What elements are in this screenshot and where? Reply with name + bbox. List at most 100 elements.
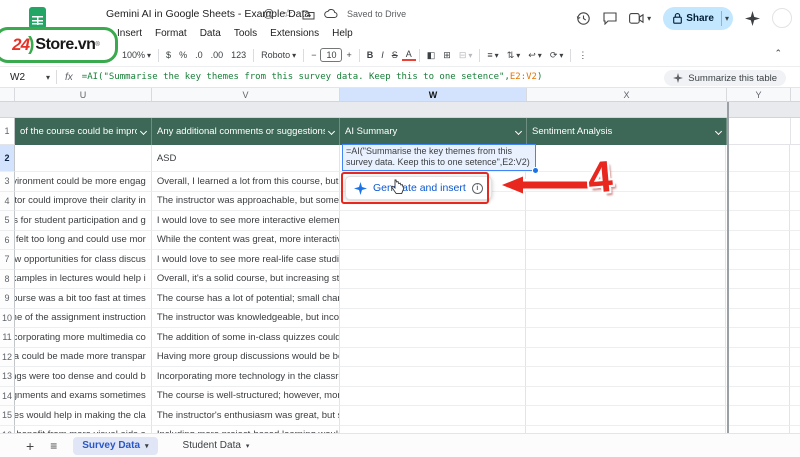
row-number[interactable]: 14 <box>0 386 15 406</box>
table-cell[interactable]: uctor could improve their clarity in <box>14 191 152 211</box>
table-cell[interactable] <box>339 386 527 406</box>
fill-color-icon[interactable]: ◧ <box>423 50 440 61</box>
tab-menu-icon[interactable]: ▾ <box>246 442 250 450</box>
table-cell[interactable]: ten felt too long and could use mor <box>14 230 152 250</box>
table-cell[interactable] <box>790 269 800 289</box>
menu-format[interactable]: Format <box>155 28 187 39</box>
table-cell[interactable]: Overall, it's a solid course, but increa… <box>151 269 340 289</box>
table-cell[interactable] <box>526 250 727 270</box>
sheets-logo-icon[interactable] <box>29 7 46 29</box>
chevron-down-icon[interactable] <box>714 127 723 136</box>
text-rotation-icon[interactable]: ⟳ ▾ <box>546 50 568 61</box>
table-cell[interactable]: adings were too dense and could b <box>14 367 152 387</box>
table-cell[interactable] <box>526 211 727 231</box>
table-cell[interactable] <box>339 406 527 426</box>
header-cell-u[interactable]: of the course could be improve <box>15 118 152 145</box>
table-cell[interactable] <box>726 386 791 406</box>
table-cell[interactable] <box>339 269 527 289</box>
format-percent-button[interactable]: % <box>175 50 191 60</box>
table-cell[interactable]: d examples in lectures would help i <box>14 269 152 289</box>
table-cell[interactable] <box>339 347 527 367</box>
table-cell[interactable] <box>726 191 791 211</box>
table-cell[interactable] <box>790 425 800 433</box>
table-cell[interactable] <box>790 347 800 367</box>
tab-menu-icon[interactable]: ▾ <box>145 442 149 450</box>
gemini-sparkle-icon[interactable] <box>745 10 760 26</box>
table-cell[interactable]: iteria could be made more transpar <box>14 347 152 367</box>
row-number[interactable]: 8 <box>0 269 15 289</box>
table-cell[interactable] <box>526 386 727 406</box>
table-cell[interactable] <box>339 367 527 387</box>
italic-button[interactable]: I <box>377 50 388 60</box>
summarize-table-button[interactable]: Summarize this table <box>664 70 786 86</box>
table-cell[interactable] <box>339 230 527 250</box>
more-toolbar-icon[interactable]: ⋮ <box>574 50 591 61</box>
column-header-x[interactable]: X <box>527 88 727 101</box>
all-sheets-icon[interactable]: ≡ <box>50 439 57 453</box>
tab-student-data[interactable]: Student Data ▾ <box>174 437 259 455</box>
table-cell[interactable] <box>790 386 800 406</box>
table-cell[interactable]: environment could be more engag <box>14 172 152 192</box>
table-cell[interactable]: The instructor was knowledgeable, but in… <box>151 308 340 328</box>
text-color-button[interactable]: A <box>401 49 416 61</box>
version-history-icon[interactable] <box>576 11 591 26</box>
row-number[interactable]: 1 <box>0 118 15 145</box>
table-cell[interactable]: Overall, I learned a lot from this cours… <box>151 172 340 192</box>
table-cell[interactable] <box>726 172 791 192</box>
table-cell[interactable] <box>790 191 800 211</box>
table-cell[interactable] <box>790 406 800 426</box>
table-cell[interactable]: tivities would help in making the cla <box>14 406 152 426</box>
table-cell[interactable] <box>726 145 791 172</box>
tab-survey-data[interactable]: Survey Data ▾ <box>73 436 158 455</box>
table-cell[interactable] <box>790 211 800 231</box>
table-cell[interactable] <box>339 289 527 309</box>
table-cell[interactable] <box>790 145 800 172</box>
table-cell[interactable] <box>726 406 791 426</box>
table-cell[interactable] <box>790 308 800 328</box>
font-size-input[interactable]: 10 <box>320 48 343 62</box>
table-cell[interactable] <box>526 230 727 250</box>
column-header-w[interactable]: W <box>340 88 527 101</box>
table-cell[interactable] <box>790 230 800 250</box>
column-header-u[interactable]: U <box>15 88 152 101</box>
mention-icon[interactable]: @ <box>263 7 274 21</box>
row-number[interactable]: 2 <box>0 145 15 172</box>
row-number[interactable]: 10 <box>0 308 15 328</box>
formula-input[interactable]: =AI("Summarise the key themes from this … <box>82 72 543 82</box>
table-cell[interactable]: The instructor's enthusiasm was great, b… <box>151 406 340 426</box>
table-cell[interactable] <box>790 172 800 192</box>
table-cell[interactable]: Incorporating more technology in the cla… <box>151 367 340 387</box>
table-cell[interactable] <box>790 328 800 348</box>
table-cell[interactable]: The addition of some in-class quizzes co… <box>151 328 340 348</box>
table-cell[interactable] <box>726 269 791 289</box>
table-cell[interactable] <box>339 250 527 270</box>
table-cell[interactable] <box>339 308 527 328</box>
font-select[interactable]: Roboto ▾ <box>257 50 300 60</box>
chevron-down-icon[interactable] <box>139 127 148 136</box>
table-cell[interactable] <box>526 328 727 348</box>
bold-button[interactable]: B <box>363 50 378 60</box>
table-cell[interactable]: I would love to see more real-life case … <box>151 250 340 270</box>
table-cell[interactable]: e course was a bit too fast at times <box>14 289 152 309</box>
table-cell[interactable]: I would love to see more interactive ele… <box>151 211 340 231</box>
header-cell-y[interactable] <box>727 118 791 145</box>
table-cell[interactable] <box>726 328 791 348</box>
table-cell[interactable]: The course has a lot of potential; small… <box>151 289 340 309</box>
menu-extensions[interactable]: Extensions <box>270 28 319 39</box>
chevron-down-icon[interactable]: ▾ <box>647 14 651 23</box>
row-number[interactable]: 6 <box>0 230 15 250</box>
table-cell[interactable] <box>526 289 727 309</box>
table-cell[interactable]: ities for student participation and g <box>14 211 152 231</box>
row-number[interactable]: 15 <box>0 406 15 426</box>
format-currency-button[interactable]: $ <box>162 50 175 60</box>
row-number[interactable]: 9 <box>0 289 15 309</box>
table-cell[interactable] <box>526 308 727 328</box>
merge-cells-icon[interactable]: ⊟ ▾ <box>455 50 477 61</box>
table-cell[interactable]: uld benefit from more visual aids a <box>14 425 152 433</box>
row-number[interactable]: 4 <box>0 191 15 211</box>
table-cell[interactable] <box>726 211 791 231</box>
table-cell[interactable] <box>726 250 791 270</box>
table-cell[interactable] <box>726 308 791 328</box>
table-cell[interactable] <box>790 289 800 309</box>
table-cell[interactable]: few opportunities for class discus <box>14 250 152 270</box>
